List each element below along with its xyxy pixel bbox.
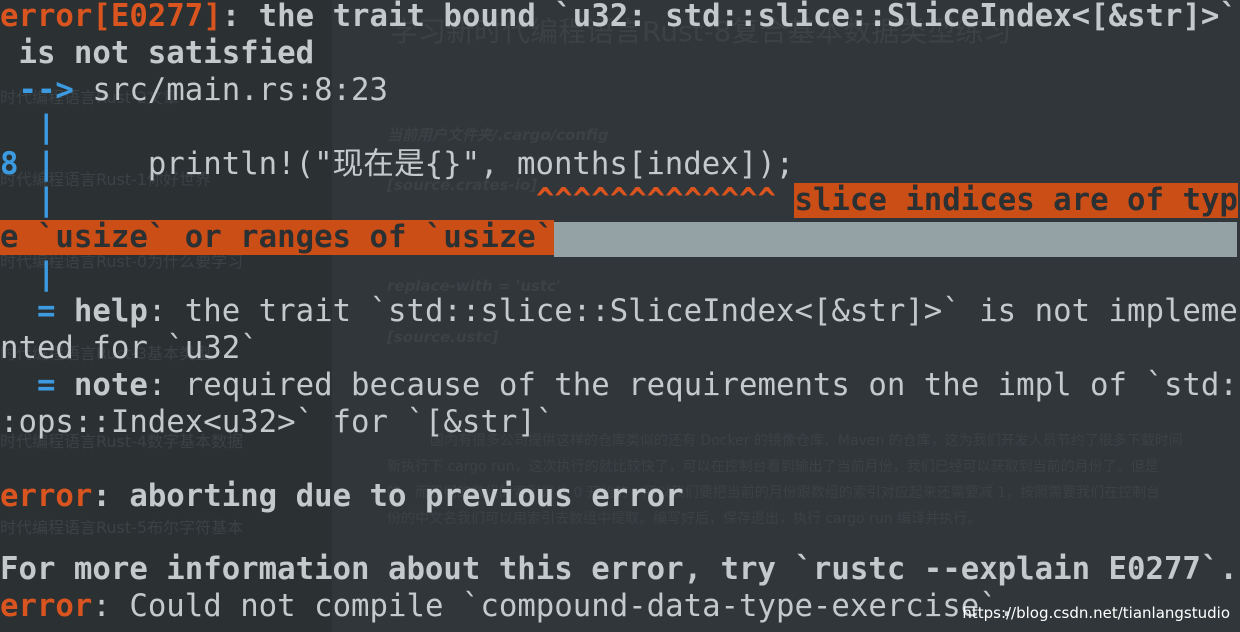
equals-marker: = bbox=[0, 294, 74, 330]
error-keyword: error bbox=[0, 478, 93, 514]
arrow-icon: --> bbox=[0, 72, 74, 108]
error-label: slice indices are of typ bbox=[794, 183, 1238, 219]
more-info-line: For more information about this error, t… bbox=[0, 552, 1238, 588]
help-label: help bbox=[73, 294, 148, 330]
file-location: src/main.rs:8:23 bbox=[73, 72, 388, 108]
error-heading: error[E0277]: the trait bound `u32: std:… bbox=[0, 0, 1240, 36]
source-code: println!("现在是{}", months[index]); bbox=[55, 146, 795, 182]
location-line: --> src/main.rs:8:23 bbox=[0, 73, 1240, 110]
error-message: : the trait bound `u32: std::slice::Slic… bbox=[221, 0, 1238, 34]
watermark: https://blog.csdn.net/tianlangstudio bbox=[962, 604, 1230, 622]
final-error-text: : Could not compile `compound-data-type-… bbox=[92, 589, 1017, 625]
error-label-cont: e `usize` or ranges of `usize` bbox=[0, 220, 555, 256]
line-number: 8 bbox=[0, 146, 19, 182]
help-text: : the trait `std::slice::SliceIndex<[&st… bbox=[147, 294, 1238, 330]
gutter: | bbox=[0, 257, 56, 293]
note-text-cont: :ops::Index<u32>` for `[&str]` bbox=[0, 404, 555, 440]
error-heading-cont: is not satisfied bbox=[0, 35, 315, 71]
terminal-output: error[E0277]: the trait bound `u32: std:… bbox=[0, 0, 1240, 626]
help-text-cont: nted for `u32` bbox=[0, 331, 259, 367]
selection-bar bbox=[554, 222, 1237, 258]
help-line: = help: the trait `std::slice::SliceInde… bbox=[0, 294, 1240, 331]
abort-line: error: aborting due to previous error bbox=[0, 479, 1240, 516]
gutter: | bbox=[0, 109, 56, 145]
padding bbox=[55, 183, 535, 218]
gutter-bar: | bbox=[0, 183, 56, 219]
gutter-bar: | bbox=[18, 146, 56, 182]
error-code: error[E0277] bbox=[0, 0, 222, 34]
note-label: note bbox=[73, 367, 148, 403]
error-keyword: error bbox=[0, 589, 93, 625]
caret-marker: ^^^^^^^^^^^^^ bbox=[535, 183, 776, 219]
note-line: = note: required because of the requirem… bbox=[0, 368, 1240, 405]
note-text: : required because of the requirements o… bbox=[147, 367, 1238, 403]
error-label-cont-line: e `usize` or ranges of `usize` bbox=[0, 220, 1240, 258]
equals-marker: = bbox=[0, 367, 74, 403]
abort-text: : aborting due to previous error bbox=[92, 478, 684, 514]
caret-line: | ^^^^^^^^^^^^^ slice indices are of typ bbox=[0, 183, 1240, 220]
source-line: 8 | println!("现在是{}", months[index]); bbox=[0, 147, 1240, 184]
